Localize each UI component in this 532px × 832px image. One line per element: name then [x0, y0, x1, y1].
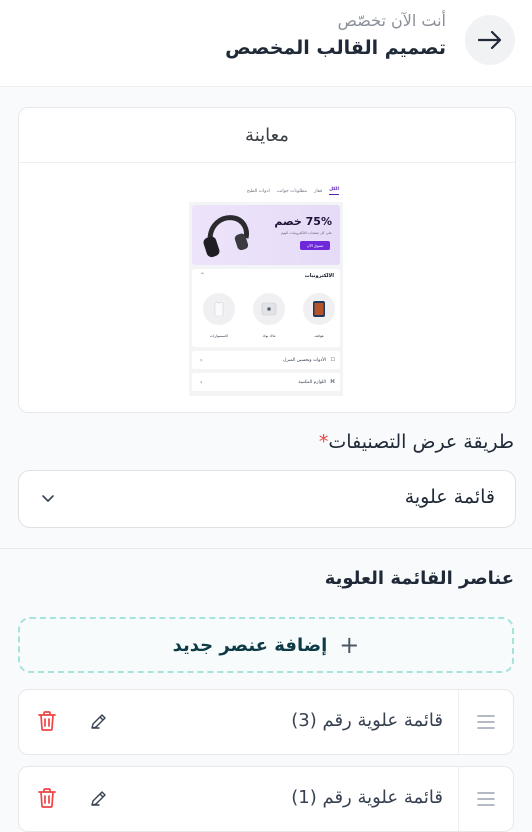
page-title: تصميم القالب المخصص [225, 37, 446, 59]
preview-category-card: الالكترونيات ⌃ هواتف ماك بوك اكسسوارات [192, 269, 340, 347]
display-mode-label-text: طريقة عرض التصنيفات [328, 431, 514, 453]
shirt-thumb-icon [203, 293, 235, 325]
phone-thumb-icon [303, 293, 335, 325]
preview-tab: الكل [329, 187, 339, 195]
section-title: عناصر القائمة العلوية [324, 568, 514, 589]
preview-tabs: الكل قفاز بنطلونات جوانب ادوات الطبخ [189, 180, 343, 202]
display-mode-select[interactable]: قائمة علوية [18, 470, 516, 528]
plus-icon: + [339, 631, 360, 659]
category-label: ماك بوك [262, 334, 276, 338]
delete-trash-icon[interactable] [37, 710, 57, 732]
chevron-down-icon [42, 495, 54, 502]
menu-item-label: قائمة علوية رقم (3) [291, 710, 443, 731]
edit-pencil-icon[interactable] [89, 711, 109, 731]
category-title: الالكترونيات [304, 273, 334, 279]
delete-trash-icon[interactable] [37, 787, 57, 809]
chevron-left-icon: ‹ [200, 356, 203, 364]
preview-tab: ادوات الطبخ [246, 188, 270, 194]
banner-subtitle: على كل منتجات الالكترونيات اليوم [281, 231, 332, 235]
macbook-thumb-icon [253, 293, 285, 325]
banner-title: 75% خصم [274, 215, 332, 228]
section-divider [0, 548, 532, 549]
back-button[interactable] [465, 15, 515, 65]
preview-phone: الكل قفاز بنطلونات جوانب ادوات الطبخ 75%… [189, 180, 343, 396]
display-mode-label: طريقة عرض التصنيفات* [315, 431, 514, 453]
chevron-up-icon: ⌃ [200, 272, 206, 279]
menu-item-row: قائمة علوية رقم (1) [18, 766, 514, 832]
header-subtitle: أنت الآن تخصّص [337, 11, 446, 30]
preview-card: معاينة الكل قفاز بنطلونات جوانب ادوات ال… [18, 107, 516, 413]
office-icon: ⌘ [330, 379, 335, 385]
menu-item-row: قائمة علوية رقم (3) [18, 689, 514, 755]
preview-row-label: الأدوات وتحسين المنزل [283, 357, 326, 363]
menu-item-label: قائمة علوية رقم (1) [291, 787, 443, 808]
box-icon: ☐ [330, 357, 335, 363]
drag-handle-icon[interactable] [458, 767, 513, 831]
category-label: اكسسوارات [209, 334, 229, 338]
add-item-button[interactable]: + إضافة عنصر جديد [18, 617, 514, 673]
preview-heading: معاينة [19, 108, 515, 163]
preview-tab: قفاز [314, 188, 323, 194]
preview-banner: 75% خصم على كل منتجات الالكترونيات اليوم… [192, 205, 340, 265]
add-item-label: إضافة عنصر جديد [172, 634, 328, 656]
preview-row: ⌘ اللوازم المكتبية ‹ [192, 373, 340, 391]
arrow-right-icon [477, 30, 502, 50]
display-mode-value: قائمة علوية [404, 486, 495, 508]
preview-row: ☐ الأدوات وتحسين المنزل ‹ [192, 351, 340, 369]
preview-tab: بنطلونات جوانب [276, 188, 308, 194]
drag-handle-icon[interactable] [458, 690, 513, 754]
page-header: أنت الآن تخصّص تصميم القالب المخصص [0, 0, 532, 87]
banner-cta: تسوق الآن [300, 241, 330, 250]
edit-pencil-icon[interactable] [89, 788, 109, 808]
category-label: هواتف [314, 334, 324, 338]
chevron-left-icon: ‹ [200, 378, 203, 386]
headphones-icon [203, 215, 249, 258]
preview-row-label: اللوازم المكتبية [298, 379, 326, 385]
required-mark: * [318, 431, 329, 453]
